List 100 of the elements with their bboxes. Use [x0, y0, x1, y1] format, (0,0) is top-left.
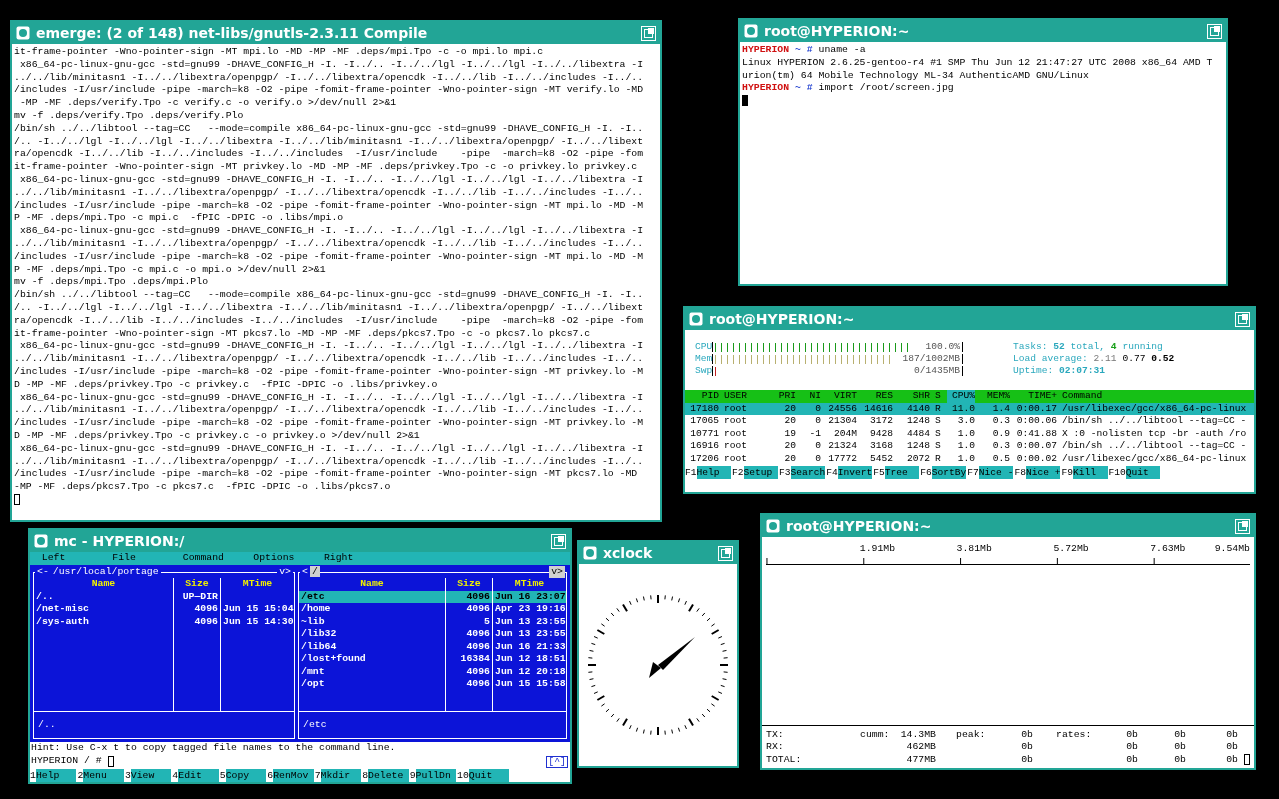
- prompt-path: ~: [794, 44, 801, 55]
- table-cell-text: 20: [783, 415, 796, 428]
- scroll-button[interactable]: [^]: [546, 755, 568, 768]
- column-header[interactable]: VIRT: [821, 390, 857, 403]
- function-key-label[interactable]: Search: [790, 466, 826, 479]
- file-row[interactable]: /home 4096 Apr 23 19:16: [299, 603, 566, 616]
- totals-label: TOTAL:: [766, 753, 803, 767]
- function-key-label[interactable]: RenMov: [273, 769, 314, 782]
- scale-label: 5.72Mb: [1053, 543, 1089, 554]
- function-key-label[interactable]: View: [130, 769, 172, 782]
- function-key-label[interactable]: PullDn: [415, 769, 457, 782]
- output-line: mv -f .deps/mpi.Tpo .deps/mpi.Plo: [14, 276, 209, 290]
- maximize-icon[interactable]: [718, 545, 733, 561]
- process-row[interactable]: 17065 root 20 0 21304 3172 1248 S 3.0 0.3 0:00.06 /bin/sh ../../libtool --tag=CC -: [685, 415, 1254, 428]
- history-menu[interactable]: v>: [549, 566, 565, 578]
- column-header[interactable]: Size: [173, 578, 220, 591]
- history-back[interactable]: <-: [35, 566, 51, 577]
- output-line: x86_64-pc-linux-gnu-gcc -std=gnu99 -DHAVE_CONFIG_H -I. -I../.. -I../../lgl -I../../lgl -I../../libextra -I: [18, 442, 645, 456]
- window-menu-icon[interactable]: [583, 546, 597, 560]
- maximize-icon[interactable]: [551, 533, 566, 549]
- window-menu-icon[interactable]: [16, 26, 30, 40]
- process-row[interactable]: 16916 root 20 0 21324 3168 1248 S 1.0 0.3 0:00.07 /bin/sh ../../libtool --tag=CC -: [685, 440, 1254, 453]
- panel-path: /usr/local/portage: [50, 566, 161, 577]
- column-header[interactable]: MTime: [492, 578, 566, 591]
- file-row[interactable]: /lost+found 16384 Jun 12 18:51: [299, 653, 566, 666]
- function-key-label[interactable]: Setup: [743, 466, 779, 479]
- scale-label: 1.91Mb: [859, 543, 896, 554]
- table-cell-text: 17180: [689, 402, 719, 415]
- history-back[interactable]: <: [300, 566, 310, 577]
- column-header[interactable]: MEM%: [975, 390, 1010, 403]
- file-row[interactable]: /mnt 4096 Jun 12 20:18: [299, 665, 566, 678]
- file-row[interactable]: ~lib 5 Jun 13 23:55: [299, 615, 566, 628]
- table-cell-text: 17065: [689, 415, 719, 428]
- function-key: 7: [314, 769, 321, 782]
- function-key-label[interactable]: Menu: [83, 769, 124, 782]
- column-header[interactable]: SHR: [893, 390, 930, 403]
- column-header[interactable]: Command: [1057, 390, 1254, 403]
- function-key-label[interactable]: Delete: [368, 769, 409, 782]
- output-line: x86_64-pc-linux-gnu-gcc -std=gnu99 -DHAVE_CONFIG_H -I. -I../.. -I../../lgl -I../../lgl -I../../libextra -I: [18, 225, 645, 238]
- table-cell-text: 20: [783, 440, 796, 453]
- column-header[interactable]: Name: [299, 578, 445, 591]
- function-key-label[interactable]: Mkdir: [320, 769, 362, 782]
- function-key-label[interactable]: SortBy: [931, 466, 967, 479]
- column-header[interactable]: NI: [796, 390, 821, 403]
- cumm-label: cumm:: [860, 728, 891, 741]
- maximize-icon[interactable]: [1235, 311, 1250, 327]
- scale-label: 9.54Mb: [1214, 543, 1250, 554]
- file-mtime: Jun 12 20:18: [492, 665, 566, 678]
- maximize-icon[interactable]: [1207, 23, 1222, 39]
- file-row[interactable]: /opt 4096 Jun 15 15:58: [299, 678, 566, 691]
- summary-text: 0.77: [1122, 353, 1146, 365]
- window-menu-icon[interactable]: [766, 519, 780, 533]
- column-header[interactable]: CPU%: [947, 390, 975, 403]
- function-key-label[interactable]: Copy: [225, 769, 267, 782]
- file-row[interactable]: /.. UP—DIR: [34, 590, 294, 603]
- file-row[interactable]: /lib64 4096 Jun 16 21:33: [299, 640, 566, 653]
- window-menu-icon[interactable]: [744, 24, 758, 38]
- process-row[interactable]: 10771 root 19 -1 204M 9428 4484 S 1.0 0.9 0:41.88 X :0 -nolisten tcp -br -auth /ro: [685, 427, 1254, 440]
- column-header[interactable]: MTime: [220, 578, 294, 591]
- function-key-label[interactable]: Tree: [884, 466, 920, 479]
- window-menu-icon[interactable]: [689, 312, 703, 326]
- column-header[interactable]: Size: [445, 578, 492, 591]
- function-key-label[interactable]: Invert: [837, 466, 873, 479]
- column-header[interactable]: PID: [685, 390, 719, 403]
- menu-item[interactable]: File: [100, 552, 172, 565]
- file-row[interactable]: /sys-auth 4096 Jun 15 14:30: [34, 615, 294, 628]
- window-menu-icon[interactable]: [34, 534, 48, 548]
- function-key-label[interactable]: Quit: [1125, 466, 1161, 479]
- file-name: ~lib: [300, 615, 326, 628]
- menu-item[interactable]: Left: [30, 552, 101, 565]
- function-key-label[interactable]: Edit: [178, 769, 219, 782]
- column-header[interactable]: USER: [719, 390, 777, 403]
- column-header[interactable]: Name: [34, 578, 173, 591]
- column-header[interactable]: S: [930, 390, 947, 403]
- output-line: /includes -I/usr/include -pipe -march=k8 -O2 -pipe -fomit-frame-pointer -Wno-pointer-sign -MT privkey.lo -M: [14, 365, 645, 379]
- panel-path: /: [309, 566, 320, 577]
- file-row[interactable]: /net-misc 4096 Jun 15 15:04: [34, 603, 294, 616]
- file-mtime: Apr 23 19:16: [492, 603, 566, 616]
- table-cell-text: 4484: [905, 427, 930, 440]
- function-key-label[interactable]: Nice -: [978, 466, 1014, 479]
- column-header[interactable]: PRI: [777, 390, 796, 403]
- output-line: it-frame-pointer -Wno-pointer-sign -MT pkcs7.lo -MD -MP -MF .deps/pkcs7.Tpo -c -o pkcs7.lo pkcs7.c: [14, 327, 592, 341]
- maximize-icon[interactable]: [641, 25, 656, 41]
- menu-item[interactable]: Command: [171, 552, 242, 565]
- column-header[interactable]: RES: [857, 390, 893, 403]
- table-cell-text: 24556: [827, 402, 857, 415]
- column-header[interactable]: TIME+: [1010, 390, 1057, 403]
- process-row[interactable]: 17206 root 20 0 17772 5452 2072 R 1.0 0.5 0:00.02 /usr/libexec/gcc/x86_64-pc-linux: [685, 452, 1254, 465]
- function-key-label[interactable]: Help: [696, 466, 732, 479]
- rate-value: 0b: [1125, 728, 1138, 741]
- menu-item[interactable]: Right: [312, 552, 383, 565]
- table-cell-text: 5452: [868, 452, 893, 465]
- meter-label: CPU: [695, 341, 713, 353]
- table-cell-text: -1: [808, 427, 821, 440]
- menu-item[interactable]: Options: [241, 552, 313, 565]
- maximize-icon[interactable]: [1235, 518, 1250, 534]
- table-cell-text: 16916: [689, 440, 719, 453]
- file-row[interactable]: /etc 4096 Jun 16 23:07: [299, 590, 566, 603]
- file-row[interactable]: /lib32 4096 Jun 13 23:55: [299, 628, 566, 641]
- file-size: 4096: [445, 665, 492, 678]
